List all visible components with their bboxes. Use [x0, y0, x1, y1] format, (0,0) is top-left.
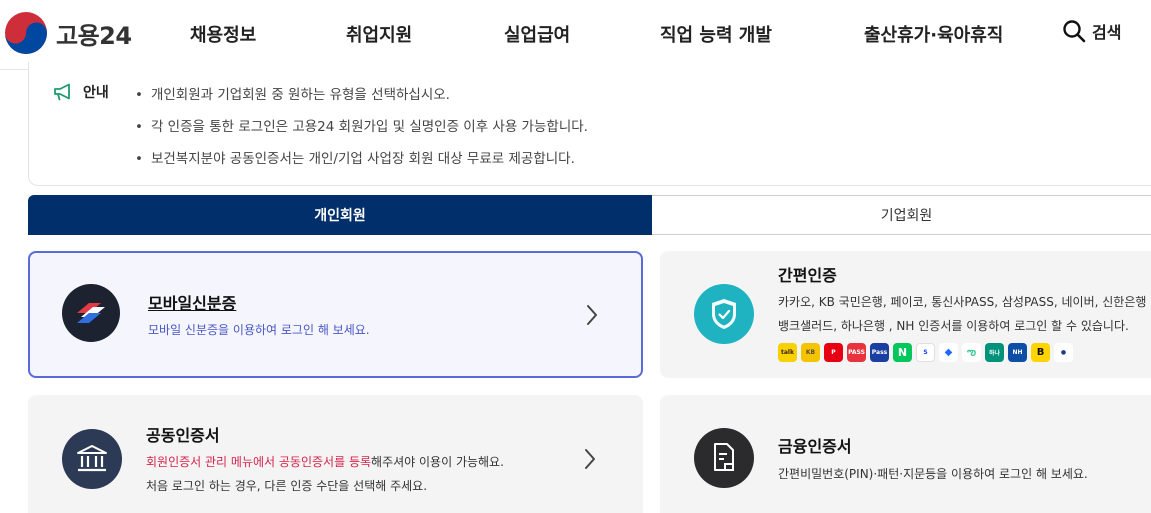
financial-certificate-title: 금융인증서 [778, 437, 852, 456]
kakao-icon: talk [778, 343, 797, 362]
mobile-id-icon [62, 284, 120, 342]
payco-icon: P [824, 343, 843, 362]
search-label: 검색 [1092, 23, 1122, 42]
nav-employment-support[interactable]: 취업지원 [346, 21, 412, 47]
tab-personal-member[interactable]: 개인회원 [28, 195, 652, 235]
naver-icon: N [893, 343, 912, 362]
search-icon [1063, 20, 1086, 43]
simple-auth-title: 간편인증 [778, 266, 837, 285]
bank-building-icon [62, 429, 122, 489]
banksalad-icon: ఌ [962, 343, 981, 362]
notice-header: 안내 [53, 82, 109, 102]
auth-provider-icons: talk KB P PASS Pass N S ◆ ఌ 하나 NH B ● [778, 343, 1073, 362]
shinhan-icon: S [916, 343, 935, 362]
nh-icon: NH [1008, 343, 1027, 362]
notice-line: 보건복지분야 공동인증서는 개인/기업 사업장 회원 대상 무료로 제공합니다. [135, 147, 575, 167]
notice-line: 각 인증을 통한 로그인은 고용24 회원가입 및 실명인증 이후 사용 가능합… [135, 115, 588, 135]
goyong24-logo[interactable]: 고용24 [4, 10, 132, 56]
financial-certificate-desc: 간편비밀번호(PIN)·패턴·지문등을 이용하여 로그인 해 보세요. [778, 467, 1088, 481]
notice-line: 개인회원과 기업회원 중 원하는 유형을 선택하십시오. [135, 83, 450, 103]
top-header: 고용24 채용정보 취업지원 실업급여 직업 능력 개발 출산휴가·육아휴직 검… [0, 0, 1151, 70]
joint-certificate-desc-2: 처음 로그인 하는 경우, 다른 인증 수단을 선택해 주세요. [146, 479, 428, 493]
joint-certificate-title: 공동인증서 [146, 426, 220, 445]
nav-maternity-parental-leave[interactable]: 출산휴가·육아휴직 [864, 21, 1003, 47]
chevron-right-icon [587, 305, 597, 325]
toss-icon: ◆ [939, 343, 958, 362]
search-button[interactable]: 검색 [1062, 19, 1121, 43]
megaphone-icon [54, 83, 70, 101]
shield-check-icon [694, 284, 754, 344]
mobile-id-desc: 모바일 신분증을 이용하여 로그인 해 보세요. [148, 323, 370, 337]
notice-title: 안내 [83, 85, 109, 101]
nav-unemployment-benefit[interactable]: 실업급여 [504, 21, 570, 47]
simple-auth-login-card[interactable]: 간편인증 카카오, KB 국민은행, 페이코, 통신사PASS, 삼성PASS,… [660, 251, 1151, 378]
joint-certificate-register-link[interactable]: 회원인증서 관리 메뉴에서 공동인증서를 등록 [146, 455, 371, 469]
joint-certificate-desc-tail: 해주셔야 이용이 가능해요. [371, 455, 504, 469]
document-certificate-icon [694, 428, 754, 488]
mobile-id-title[interactable]: 모바일신분증 [148, 290, 236, 314]
kb-bank-icon: KB [801, 343, 820, 362]
pass-icon: PASS [847, 343, 866, 362]
joint-certificate-desc: 회원인증서 관리 메뉴에서 공동인증서를 등록해주셔야 이용이 가능해요. [146, 452, 504, 472]
logo-text: 고용24 [56, 21, 132, 50]
notice-box: 안내 개인회원과 기업회원 중 원하는 유형을 선택하십시오. 각 인증을 통한… [28, 62, 1151, 186]
chevron-right-icon [585, 449, 595, 469]
nav-job-info[interactable]: 채용정보 [190, 21, 256, 47]
b-icon: B [1031, 343, 1050, 362]
financial-certificate-login-card[interactable]: 금융인증서 간편비밀번호(PIN)·패턴·지문등을 이용하여 로그인 해 보세요… [660, 395, 1151, 513]
samsung-pass-icon: Pass [870, 343, 889, 362]
joint-certificate-login-card[interactable]: 공동인증서 회원인증서 관리 메뉴에서 공동인증서를 등록해주셔야 이용이 가능… [28, 395, 643, 513]
hana-bank-icon: 하나 [985, 343, 1004, 362]
mobile-id-login-card[interactable]: 모바일신분증 모바일 신분증을 이용하여 로그인 해 보세요. [28, 251, 643, 378]
nav-vocational-training[interactable]: 직업 능력 개발 [660, 21, 772, 47]
simple-auth-desc: 뱅크샐러드, 하나은행 , NH 인증서를 이용하여 로그인 할 수 있습니다. [778, 319, 1129, 333]
won-icon: ● [1054, 343, 1073, 362]
tab-business-member[interactable]: 기업회원 [652, 195, 1151, 235]
simple-auth-desc: 카카오, KB 국민은행, 페이코, 통신사PASS, 삼성PASS, 네이버,… [778, 295, 1151, 309]
taegeuk-emblem-icon [5, 12, 47, 54]
